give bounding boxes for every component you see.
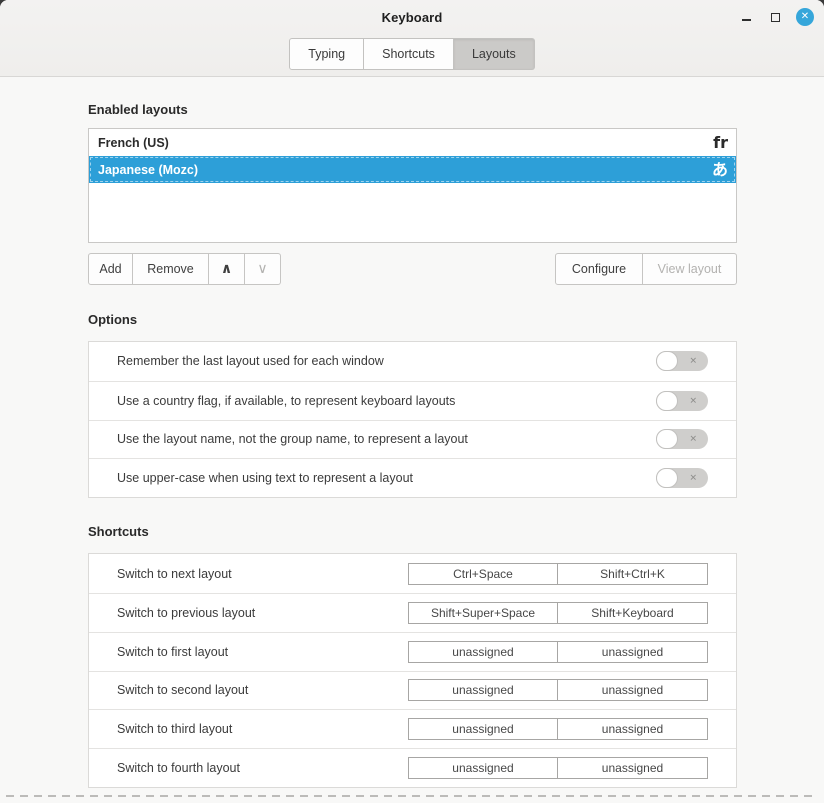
- shortcut-label: Switch to next layout: [117, 567, 232, 581]
- shortcut-label: Switch to first layout: [117, 645, 228, 659]
- shortcut-row-first-layout: Switch to first layout unassigned unassi…: [89, 632, 736, 671]
- option-label: Use upper-case when using text to repres…: [117, 471, 413, 485]
- configure-button-group: Configure View layout: [555, 253, 737, 285]
- toggle-upper-case[interactable]: ✕: [656, 468, 708, 488]
- layout-row-japanese[interactable]: Japanese (Mozc) あ: [89, 156, 736, 183]
- toggle-knob: [656, 468, 678, 488]
- options-heading: Options: [88, 312, 737, 327]
- shortcut-row-next-layout: Switch to next layout Ctrl+Space Shift+C…: [89, 554, 736, 593]
- move-down-button[interactable]: ∨: [245, 253, 281, 285]
- keybinding-button[interactable]: unassigned: [558, 679, 708, 701]
- move-up-button[interactable]: ∧: [209, 253, 245, 285]
- minimize-button[interactable]: [738, 9, 754, 25]
- option-row-upper-case: Use upper-case when using text to repres…: [89, 458, 736, 497]
- tab-shortcuts[interactable]: Shortcuts: [364, 38, 454, 70]
- option-label: Remember the last layout used for each w…: [117, 354, 384, 368]
- option-row-remember-layout: Remember the last layout used for each w…: [89, 342, 736, 381]
- keybinding-button[interactable]: Shift+Keyboard: [558, 602, 708, 624]
- keybinding-pair: Ctrl+Space Shift+Ctrl+K: [408, 563, 708, 585]
- keybinding-pair: unassigned unassigned: [408, 757, 708, 779]
- shortcuts-box: Switch to next layout Ctrl+Space Shift+C…: [88, 553, 737, 788]
- chevron-down-icon: ∨: [257, 260, 267, 277]
- window-resize-edge[interactable]: [6, 795, 818, 797]
- options-box: Remember the last layout used for each w…: [88, 341, 737, 498]
- shortcut-label: Switch to fourth layout: [117, 761, 240, 775]
- shortcut-label: Switch to third layout: [117, 722, 232, 736]
- toggle-knob: [656, 351, 678, 371]
- shortcut-label: Switch to previous layout: [117, 606, 255, 620]
- toggle-knob: [656, 429, 678, 449]
- keybinding-button[interactable]: Shift+Super+Space: [408, 602, 558, 624]
- window-controls: ✕: [738, 0, 814, 34]
- toggle-off-icon: ✕: [689, 396, 697, 405]
- titlebar[interactable]: Keyboard ✕: [0, 0, 824, 34]
- window-header: Keyboard ✕ Typing Shortcuts Layouts: [0, 0, 824, 77]
- keybinding-pair: Shift+Super+Space Shift+Keyboard: [408, 602, 708, 624]
- remove-layout-button[interactable]: Remove: [133, 253, 209, 285]
- keybinding-button[interactable]: Shift+Ctrl+K: [558, 563, 708, 585]
- layout-indicator-fr: fr: [713, 135, 728, 151]
- shortcut-row-previous-layout: Switch to previous layout Shift+Super+Sp…: [89, 593, 736, 632]
- layout-indicator-ja: あ: [712, 162, 728, 178]
- option-row-country-flag: Use a country flag, if available, to rep…: [89, 381, 736, 420]
- close-icon: ✕: [801, 12, 809, 22]
- option-label: Use a country flag, if available, to rep…: [117, 394, 455, 408]
- add-layout-button[interactable]: Add: [88, 253, 133, 285]
- toggle-layout-name[interactable]: ✕: [656, 429, 708, 449]
- tab-group: Typing Shortcuts Layouts: [289, 38, 534, 70]
- layout-row-french[interactable]: French (US) fr: [89, 129, 736, 156]
- keybinding-button[interactable]: unassigned: [558, 757, 708, 779]
- toggle-off-icon: ✕: [689, 357, 697, 366]
- keybinding-button[interactable]: unassigned: [558, 641, 708, 663]
- keybinding-pair: unassigned unassigned: [408, 718, 708, 740]
- tab-layouts[interactable]: Layouts: [454, 38, 535, 70]
- maximize-icon: [771, 13, 780, 22]
- tab-bar: Typing Shortcuts Layouts: [0, 34, 824, 70]
- shortcut-row-fourth-layout: Switch to fourth layout unassigned unass…: [89, 748, 736, 787]
- keyboard-settings-window: Keyboard ✕ Typing Shortcuts Layouts: [0, 0, 824, 803]
- keybinding-pair: unassigned unassigned: [408, 641, 708, 663]
- toggle-remember-layout[interactable]: ✕: [656, 351, 708, 371]
- shortcuts-heading: Shortcuts: [88, 524, 737, 539]
- enabled-layouts-list: French (US) fr Japanese (Mozc) あ: [88, 128, 737, 243]
- keybinding-button[interactable]: unassigned: [408, 757, 558, 779]
- keybinding-button[interactable]: unassigned: [558, 718, 708, 740]
- layouts-toolbar: Add Remove ∧ ∨ Configure View layout: [88, 253, 737, 285]
- chevron-up-icon: ∧: [221, 260, 232, 277]
- keybinding-button[interactable]: unassigned: [408, 641, 558, 663]
- view-layout-button[interactable]: View layout: [643, 253, 737, 285]
- keybinding-button[interactable]: unassigned: [408, 679, 558, 701]
- layout-name: Japanese (Mozc): [98, 163, 198, 177]
- shortcut-row-third-layout: Switch to third layout unassigned unassi…: [89, 709, 736, 748]
- close-button[interactable]: ✕: [796, 8, 814, 26]
- toggle-country-flag[interactable]: ✕: [656, 391, 708, 411]
- edit-button-group: Add Remove ∧ ∨: [88, 253, 281, 285]
- toggle-knob: [656, 391, 678, 411]
- toggle-off-icon: ✕: [689, 474, 697, 483]
- keybinding-button[interactable]: Ctrl+Space: [408, 563, 558, 585]
- toggle-off-icon: ✕: [689, 435, 697, 444]
- option-row-layout-name: Use the layout name, not the group name,…: [89, 420, 736, 459]
- maximize-button[interactable]: [767, 9, 783, 25]
- keybinding-button[interactable]: unassigned: [408, 718, 558, 740]
- window-title: Keyboard: [382, 10, 443, 25]
- enabled-layouts-heading: Enabled layouts: [88, 102, 737, 117]
- tab-typing[interactable]: Typing: [289, 38, 364, 70]
- keybinding-pair: unassigned unassigned: [408, 679, 708, 701]
- shortcut-row-second-layout: Switch to second layout unassigned unass…: [89, 671, 736, 710]
- layout-name: French (US): [98, 136, 169, 150]
- minimize-icon: [742, 19, 751, 21]
- layouts-page: Enabled layouts French (US) fr Japanese …: [0, 102, 824, 788]
- option-label: Use the layout name, not the group name,…: [117, 432, 468, 446]
- shortcut-label: Switch to second layout: [117, 683, 248, 697]
- configure-button[interactable]: Configure: [555, 253, 643, 285]
